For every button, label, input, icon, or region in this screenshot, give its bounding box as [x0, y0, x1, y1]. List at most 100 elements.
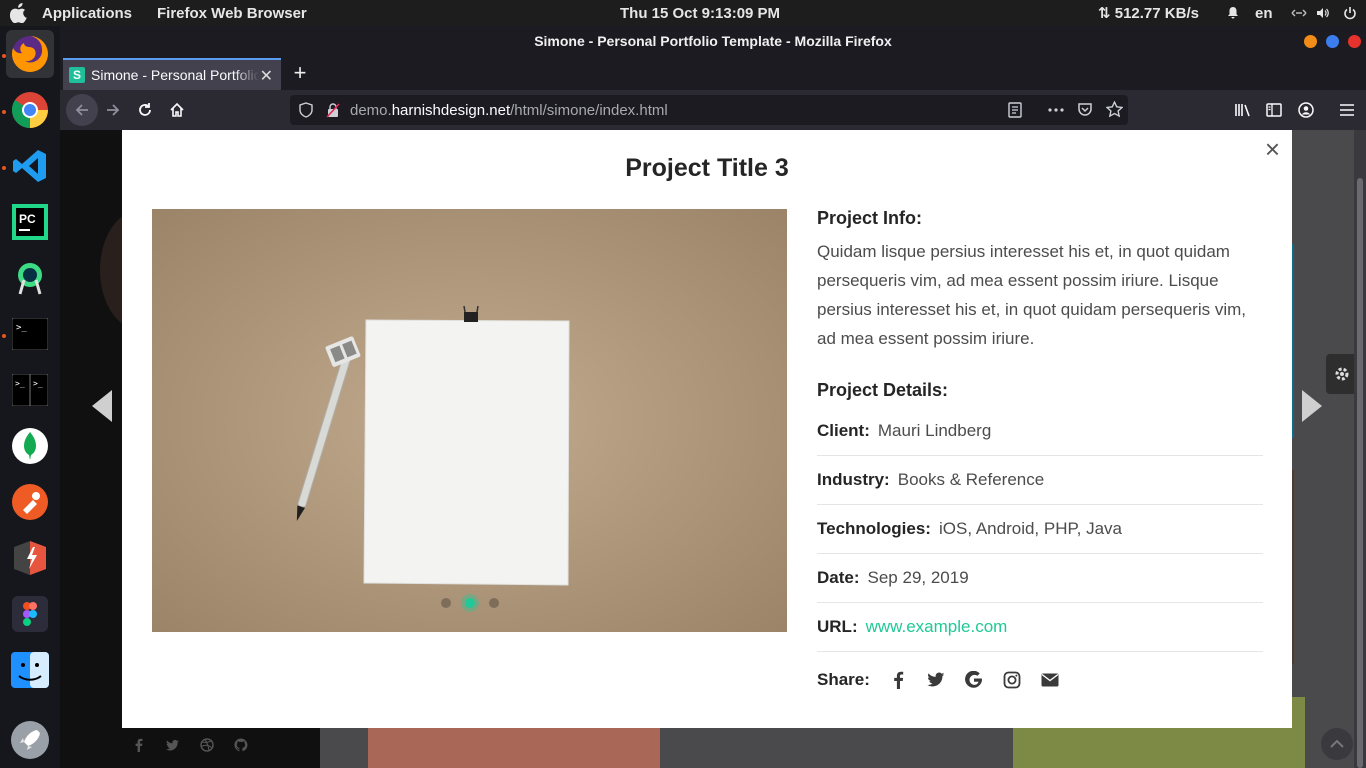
project-url-link[interactable]: www.example.com — [866, 617, 1008, 637]
close-window-button[interactable] — [1348, 35, 1361, 48]
reload-button[interactable] — [134, 99, 156, 121]
carousel-dot-active[interactable] — [464, 598, 475, 608]
new-tab-button[interactable]: + — [288, 60, 312, 86]
reader-view-icon[interactable] — [1008, 102, 1022, 118]
split-terminal-icon: >_ >_ — [12, 374, 48, 406]
app-menu-button[interactable] — [1336, 99, 1358, 121]
dock-tilix[interactable]: >_ >_ — [6, 366, 54, 414]
dock-figma[interactable] — [6, 590, 54, 638]
project-details-heading: Project Details: — [817, 380, 949, 400]
firefox-window: Simone - Personal Portfolio Template - M… — [60, 26, 1366, 768]
power-icon[interactable] — [1343, 6, 1357, 20]
insecure-lock-icon[interactable] — [326, 102, 340, 118]
facebook-icon[interactable] — [132, 738, 146, 752]
firefox-icon — [11, 36, 48, 72]
back-to-top-button[interactable] — [1321, 728, 1353, 760]
project-info-heading: Project Info: — [817, 208, 923, 228]
twitter-icon — [927, 672, 945, 687]
apple-icon[interactable] — [10, 3, 28, 23]
window-title: Simone - Personal Portfolio Template - M… — [60, 26, 1366, 56]
share-twitter-button[interactable] — [926, 670, 946, 690]
dock-firefox[interactable] — [6, 30, 54, 78]
dock: PC >_ >_ >_ — [0, 26, 60, 768]
project-image-carousel[interactable] — [152, 209, 787, 632]
dribbble-icon[interactable] — [200, 738, 214, 752]
detail-value: Books & Reference — [897, 470, 1045, 489]
twitter-icon[interactable] — [166, 738, 180, 752]
sidebar-icon — [1266, 103, 1282, 117]
detail-value: Mauri Lindberg — [877, 421, 992, 440]
dock-android-studio[interactable] — [6, 254, 54, 302]
style-switcher-button[interactable] — [1326, 354, 1356, 394]
maximize-button[interactable] — [1326, 35, 1339, 48]
envelope-icon — [1041, 673, 1059, 687]
project-info-panel: Project Info: Quidam lisque persius inte… — [817, 208, 1263, 708]
bookmark-star-icon[interactable] — [1106, 101, 1123, 118]
network-speed: ⇅ 512.77 KB/s — [1098, 5, 1199, 22]
detail-key: Technologies: — [817, 519, 931, 538]
notification-icon[interactable] — [1226, 6, 1240, 20]
figma-icon — [12, 596, 48, 632]
carousel-dot[interactable] — [440, 598, 451, 608]
detail-key: Date: — [817, 568, 860, 587]
tab-close-icon[interactable]: ✕ — [260, 66, 273, 86]
home-button[interactable] — [166, 99, 188, 121]
github-icon[interactable] — [234, 738, 248, 752]
network-icon[interactable] — [1291, 6, 1307, 20]
detail-key: Client: — [817, 421, 870, 440]
forward-button[interactable] — [102, 99, 124, 121]
page-scrollbar[interactable] — [1354, 130, 1366, 768]
url-text[interactable]: demo.harnishdesign.net/html/simone/index… — [350, 102, 668, 119]
reload-icon — [139, 103, 151, 116]
tab-title: Simone - Personal Portfolio Template — [91, 67, 259, 83]
sidebar-button[interactable] — [1263, 99, 1285, 121]
carousel-next-arrow-icon[interactable] — [1300, 388, 1324, 424]
detail-value: Sep 29, 2019 — [867, 568, 969, 587]
detail-row-technologies: Technologies: iOS, Android, PHP, Java — [817, 505, 1263, 554]
carousel-dots — [152, 598, 787, 608]
rocket-icon — [11, 721, 49, 759]
account-button[interactable] — [1295, 99, 1317, 121]
tab-strip: S Simone - Personal Portfolio Template ✕… — [60, 56, 1366, 90]
project-description: Quidam lisque persius interesset his et,… — [817, 242, 1246, 348]
pocket-icon[interactable] — [1077, 102, 1093, 118]
terminal-icon: >_ — [12, 318, 48, 350]
volume-icon[interactable] — [1316, 6, 1330, 20]
page-actions-icon[interactable] — [1048, 108, 1064, 112]
background-card-rust — [368, 728, 660, 768]
dock-finder[interactable] — [6, 646, 54, 694]
dock-pycharm[interactable]: PC — [6, 198, 54, 246]
share-google-button[interactable] — [964, 670, 984, 690]
library-button[interactable] — [1232, 99, 1254, 121]
share-label: Share: — [817, 670, 870, 689]
minimize-button[interactable] — [1304, 35, 1317, 48]
applications-menu[interactable]: Applications — [42, 5, 132, 22]
dock-chrome[interactable] — [6, 86, 54, 134]
google-icon — [965, 671, 982, 688]
back-button[interactable] — [66, 94, 98, 126]
active-app-menu[interactable]: Firefox Web Browser — [157, 5, 307, 22]
carousel-dot[interactable] — [488, 598, 499, 608]
url-bar[interactable]: demo.harnishdesign.net/html/simone/index… — [290, 95, 1128, 125]
share-instagram-button[interactable] — [1002, 670, 1022, 690]
share-email-button[interactable] — [1040, 670, 1060, 690]
dock-vscode[interactable] — [6, 142, 54, 190]
url-path: /html/simone/index.html — [510, 101, 668, 119]
language-indicator[interactable]: en — [1255, 5, 1273, 22]
dock-sublime-merge[interactable] — [6, 534, 54, 582]
share-facebook-button[interactable] — [888, 670, 908, 690]
mongodb-icon — [12, 428, 48, 464]
arrow-right-icon — [107, 104, 120, 116]
carousel-prev-arrow-icon[interactable] — [90, 388, 114, 424]
dock-postman[interactable] — [6, 478, 54, 526]
dock-launcher[interactable] — [6, 716, 54, 764]
android-studio-icon — [18, 263, 42, 295]
clock[interactable]: Thu 15 Oct 9:13:09 PM — [620, 5, 780, 22]
gear-icon — [1335, 367, 1349, 381]
shield-icon[interactable] — [299, 102, 313, 118]
detail-row-industry: Industry: Books & Reference — [817, 456, 1263, 505]
tab-simone[interactable]: S Simone - Personal Portfolio Template ✕ — [63, 58, 281, 90]
detail-value: iOS, Android, PHP, Java — [938, 519, 1122, 538]
dock-mongodb-compass[interactable] — [6, 422, 54, 470]
dock-terminal[interactable]: >_ — [6, 310, 54, 358]
